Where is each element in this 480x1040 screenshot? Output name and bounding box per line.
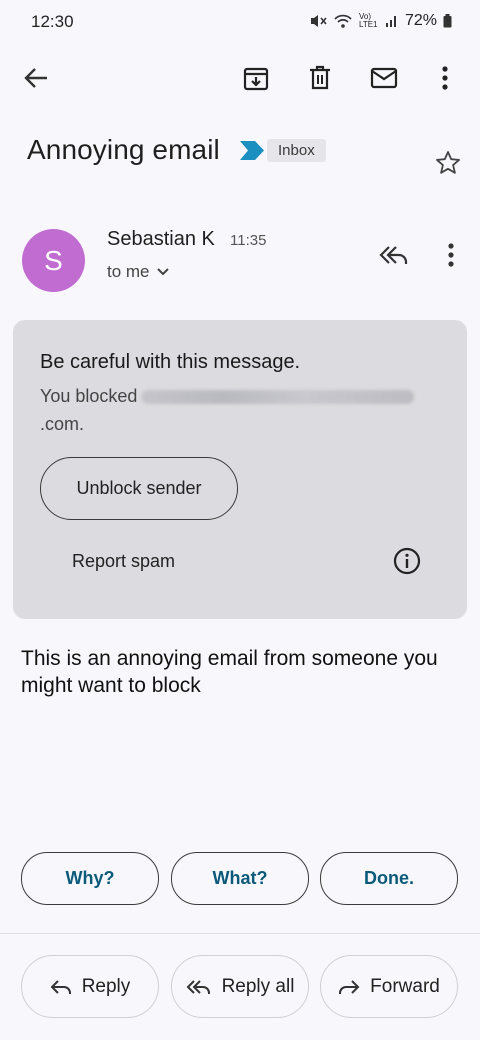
smart-reply-what[interactable]: What?: [171, 852, 309, 905]
divider: [0, 933, 480, 934]
back-arrow-icon[interactable]: [14, 56, 58, 100]
move-to-inbox-icon[interactable]: [234, 56, 278, 100]
email-time: 11:35: [230, 232, 267, 249]
unblock-sender-button[interactable]: Unblock sender: [40, 457, 238, 520]
email-body: This is an annoying email from someone y…: [21, 647, 438, 697]
trash-icon[interactable]: [298, 56, 342, 100]
status-icons: Vo) LTE1 72%: [309, 12, 452, 30]
network-label: Vo) LTE1: [358, 12, 378, 29]
email-subject: Annoying email: [27, 134, 220, 165]
reply-button[interactable]: Reply: [21, 955, 159, 1018]
reply-all-icon: [186, 978, 212, 996]
important-marker-icon[interactable]: [240, 141, 264, 160]
smart-reply-done[interactable]: Done.: [320, 852, 458, 905]
blocked-sender-warning: Be careful with this message. You blocke…: [13, 320, 467, 619]
status-time: 12:30: [31, 12, 74, 31]
signal-icon: [385, 14, 399, 28]
reply-all-label: Reply all: [221, 975, 295, 997]
reply-all-icon[interactable]: [372, 233, 416, 277]
forward-icon: [338, 978, 360, 996]
wifi-icon: [333, 13, 353, 29]
battery-icon: [443, 14, 452, 28]
forward-label: Forward: [370, 975, 440, 997]
mail-icon[interactable]: [362, 56, 406, 100]
reply-all-button[interactable]: Reply all: [171, 955, 309, 1018]
battery-percent: 72%: [404, 12, 437, 29]
more-vert-icon[interactable]: [423, 56, 467, 100]
chevron-down-icon: [156, 267, 170, 277]
star-icon[interactable]: [426, 140, 470, 184]
forward-button[interactable]: Forward: [320, 955, 458, 1018]
reply-icon: [50, 978, 72, 996]
info-icon[interactable]: [393, 547, 421, 575]
mute-icon: [309, 13, 327, 29]
warning-domain: .com.: [40, 414, 85, 434]
reply-label: Reply: [81, 975, 131, 997]
recipient-toggle[interactable]: to me: [107, 262, 170, 282]
sender-name: Sebastian K: [107, 228, 215, 250]
more-vert-icon[interactable]: [429, 233, 473, 277]
recipient-label: to me: [107, 262, 150, 281]
blurred-email-address: [141, 389, 415, 404]
avatar[interactable]: S: [22, 229, 85, 292]
warning-text: You blocked: [40, 386, 138, 406]
smart-reply-why[interactable]: Why?: [21, 852, 159, 905]
label-chip-inbox[interactable]: Inbox: [267, 139, 326, 162]
warning-message: You blocked: [40, 386, 415, 407]
report-spam-button[interactable]: Report spam: [72, 551, 175, 572]
status-bar: 12:30 Vo) LTE1 72%: [0, 0, 480, 44]
warning-title: Be careful with this message.: [40, 351, 301, 373]
